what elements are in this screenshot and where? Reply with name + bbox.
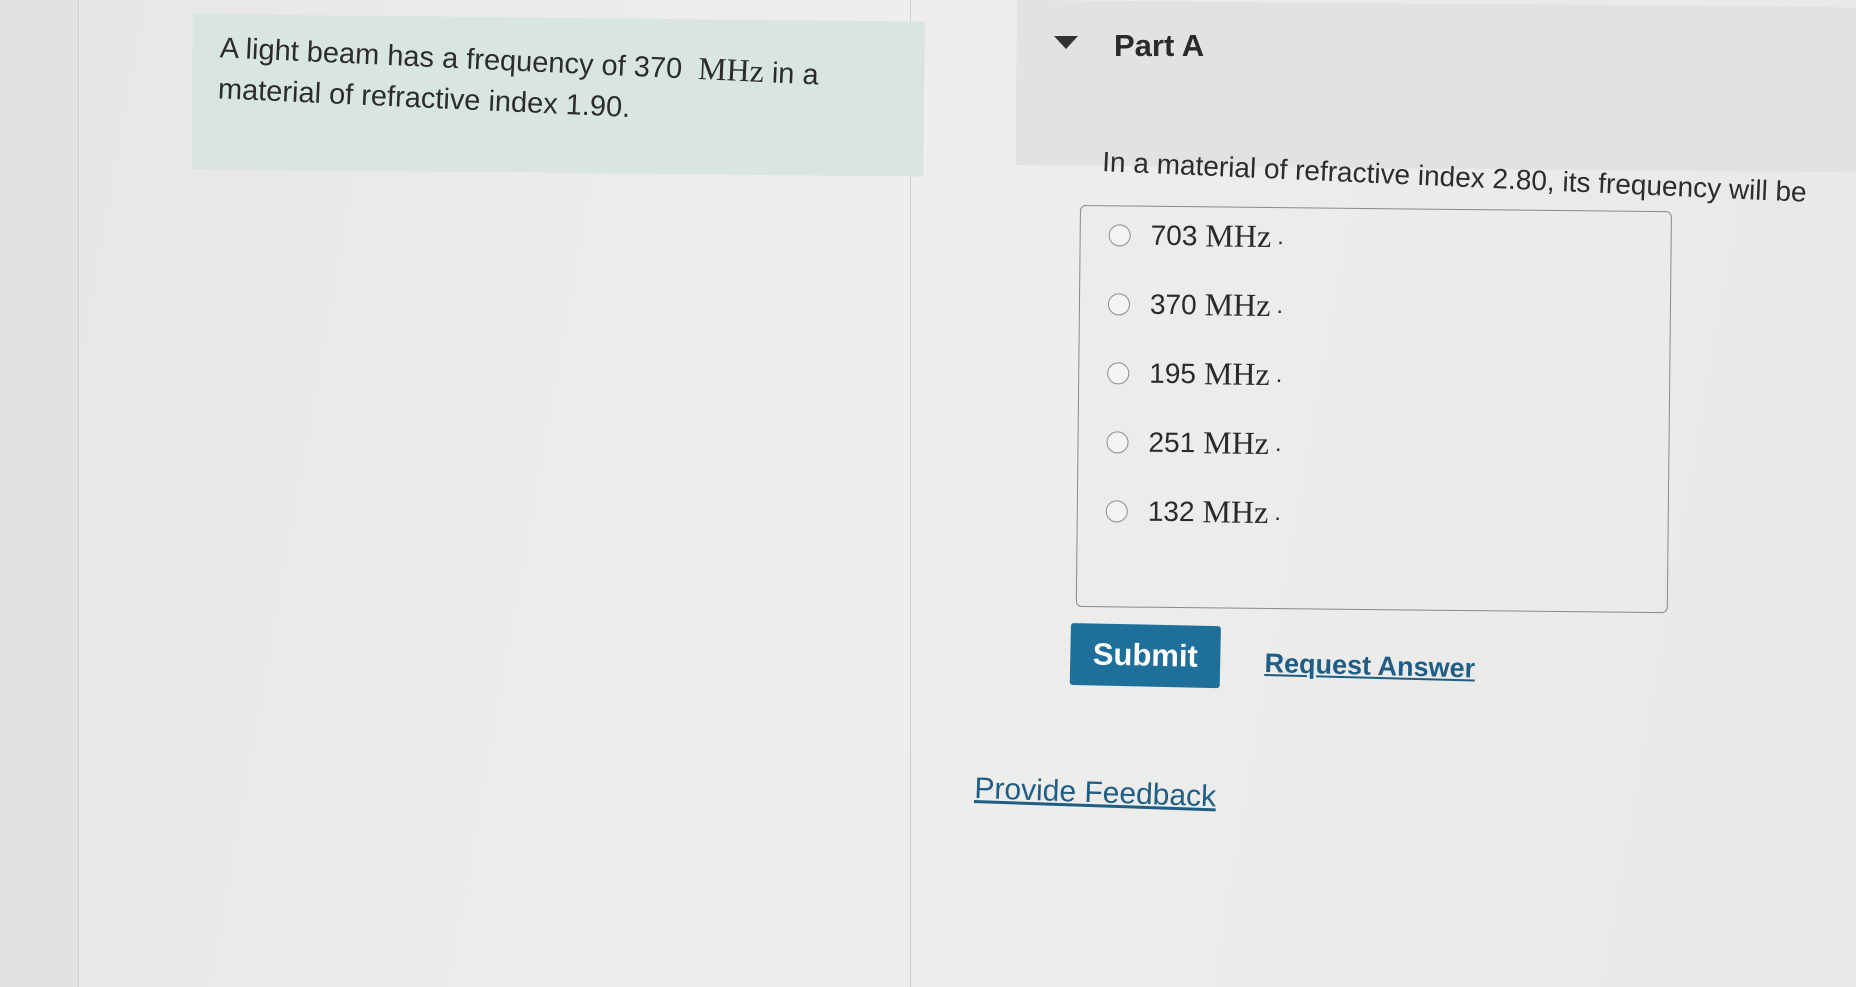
- choice-value: 703: [1150, 219, 1198, 251]
- choice-unit: MHz: [1203, 424, 1270, 461]
- choice-suffix: .: [1277, 222, 1284, 250]
- problem-unit: MHz: [697, 50, 765, 89]
- choice-value: 251: [1148, 426, 1196, 458]
- choice-unit: MHz: [1202, 493, 1269, 530]
- triangle-down-icon[interactable]: [1054, 36, 1078, 49]
- choice-value: 370: [1149, 288, 1197, 320]
- problem-statement-box: A light beam has a frequency of 370 MHz …: [191, 14, 925, 177]
- page: A light beam has a frequency of 370 MHz …: [0, 0, 1856, 987]
- choice-suffix: .: [1275, 360, 1283, 388]
- choice-unit: MHz: [1203, 355, 1270, 392]
- provide-feedback-link[interactable]: Provide Feedback: [974, 772, 1217, 814]
- choice-5[interactable]: 132 MHz .: [1105, 492, 1282, 531]
- problem-statement: A light beam has a frequency of 370 MHz …: [217, 26, 880, 140]
- choice-3[interactable]: 195 MHz .: [1107, 354, 1283, 393]
- choice-suffix: .: [1274, 498, 1282, 526]
- submit-button[interactable]: Submit: [1069, 623, 1221, 689]
- radio-button[interactable]: [1107, 292, 1131, 316]
- choice-value: 132: [1147, 495, 1195, 527]
- left-margin: [0, 0, 79, 987]
- choice-4[interactable]: 251 MHz .: [1106, 423, 1282, 462]
- radio-button[interactable]: [1108, 223, 1131, 247]
- radio-button[interactable]: [1106, 430, 1129, 454]
- part-title[interactable]: Part A: [1114, 28, 1204, 64]
- choice-2[interactable]: 370 MHz .: [1107, 285, 1284, 324]
- request-answer-link[interactable]: Request Answer: [1264, 648, 1475, 685]
- answer-choices: 703 MHz . 370 MHz . 195 MHz . 251 MHz . …: [1075, 205, 1672, 614]
- choice-value: 195: [1149, 357, 1197, 389]
- choice-suffix: .: [1274, 429, 1282, 457]
- part-header-band: [1015, 0, 1856, 173]
- choice-suffix: .: [1276, 291, 1284, 319]
- choice-unit: MHz: [1204, 286, 1271, 323]
- radio-button[interactable]: [1105, 499, 1128, 523]
- choice-unit: MHz: [1205, 217, 1272, 255]
- radio-button[interactable]: [1107, 361, 1130, 385]
- choice-1[interactable]: 703 MHz .: [1108, 216, 1284, 255]
